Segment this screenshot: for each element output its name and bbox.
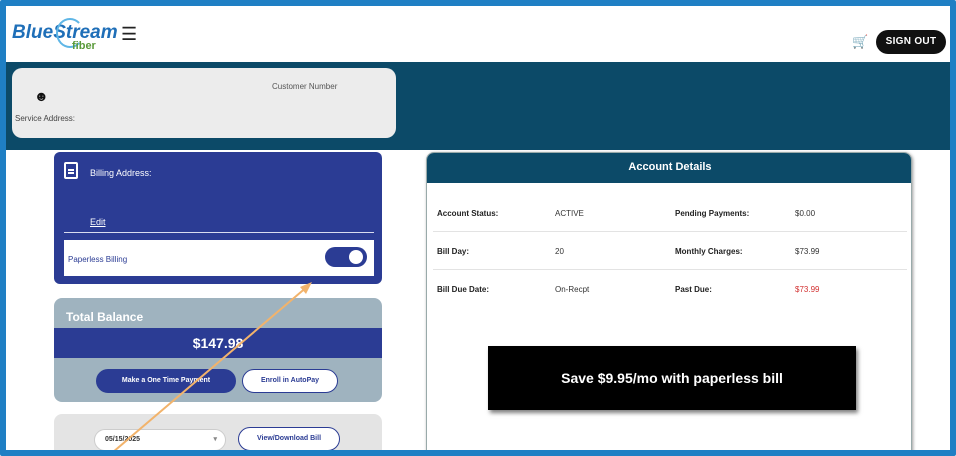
document-icon — [64, 162, 78, 179]
pending-payments-label: Pending Payments: — [675, 209, 750, 218]
paperless-billing-row: Paperless Billing — [64, 240, 374, 276]
past-due-label: Past Due: — [675, 285, 712, 294]
balance-band: $147.98 — [54, 328, 382, 358]
paperless-billing-toggle[interactable] — [325, 247, 367, 267]
billing-panel: Billing Address: Edit Paperless Billing — [54, 152, 382, 284]
account-details-title: Account Details — [628, 161, 712, 173]
view-download-bill-button[interactable]: View/Download Bill — [238, 427, 340, 450]
promo-text: Save $9.95/mo with paperless bill — [561, 370, 783, 386]
paperless-billing-label: Paperless Billing — [68, 255, 128, 264]
service-address-label: Service Address: — [15, 114, 76, 123]
chevron-down-icon: ▾ — [213, 436, 217, 443]
brand-fiber: fiber — [72, 40, 96, 52]
customer-card: ☻ Customer Number Service Address: — [12, 68, 396, 138]
bill-date-value: 05/15/2025 — [105, 436, 141, 443]
bill-day-value: 20 — [555, 247, 564, 256]
monthly-charges-value: $73.99 — [795, 247, 820, 256]
enroll-autopay-button[interactable]: Enroll in AutoPay — [242, 369, 338, 393]
bluestream-logo[interactable]: BlueStream fiber — [12, 18, 118, 52]
cart-icon[interactable]: 🛒 — [852, 34, 868, 50]
row-divider — [433, 231, 907, 232]
account-status-value: ACTIVE — [555, 209, 584, 218]
top-header: BlueStream fiber ☰ 🛒 SIGN OUT — [6, 6, 950, 68]
hamburger-icon[interactable]: ☰ — [121, 24, 137, 45]
brand-blue: Blue — [12, 22, 54, 43]
monthly-charges-label: Monthly Charges: — [675, 247, 743, 256]
past-due-value: $73.99 — [795, 285, 820, 294]
sign-out-button[interactable]: SIGN OUT — [876, 30, 946, 54]
total-balance-panel: Total Balance $147.98 Make a One Time Pa… — [54, 298, 382, 402]
balance-amount: $147.98 — [192, 335, 244, 351]
pending-payments-value: $0.00 — [795, 209, 816, 218]
row-divider — [433, 269, 907, 270]
bill-history-panel: 05/15/2025 ▾ View/Download Bill — [54, 414, 382, 450]
user-icon: ☻ — [34, 88, 49, 104]
paperless-promo-banner: Save $9.95/mo with paperless bill — [488, 346, 856, 410]
one-time-payment-button[interactable]: Make a One Time Payment — [96, 369, 236, 393]
billing-address-label: Billing Address: — [90, 168, 152, 178]
bill-day-label: Bill Day: — [437, 247, 470, 256]
total-balance-title: Total Balance — [66, 310, 144, 324]
toggle-knob — [349, 250, 363, 264]
account-details-panel: Account Details Account Status: ACTIVE P… — [426, 152, 912, 450]
bill-date-select[interactable]: 05/15/2025 ▾ — [94, 429, 226, 450]
bill-due-date-value: On-Recpt — [555, 285, 590, 294]
page-frame: BlueStream fiber ☰ 🛒 SIGN OUT ☻ Customer… — [0, 0, 956, 456]
edit-link[interactable]: Edit — [90, 217, 106, 227]
account-status-label: Account Status: — [437, 209, 499, 218]
customer-number-label: Customer Number — [272, 82, 338, 91]
divider — [64, 232, 374, 233]
bill-due-date-label: Bill Due Date: — [437, 285, 490, 294]
account-details-header: Account Details — [427, 153, 911, 183]
